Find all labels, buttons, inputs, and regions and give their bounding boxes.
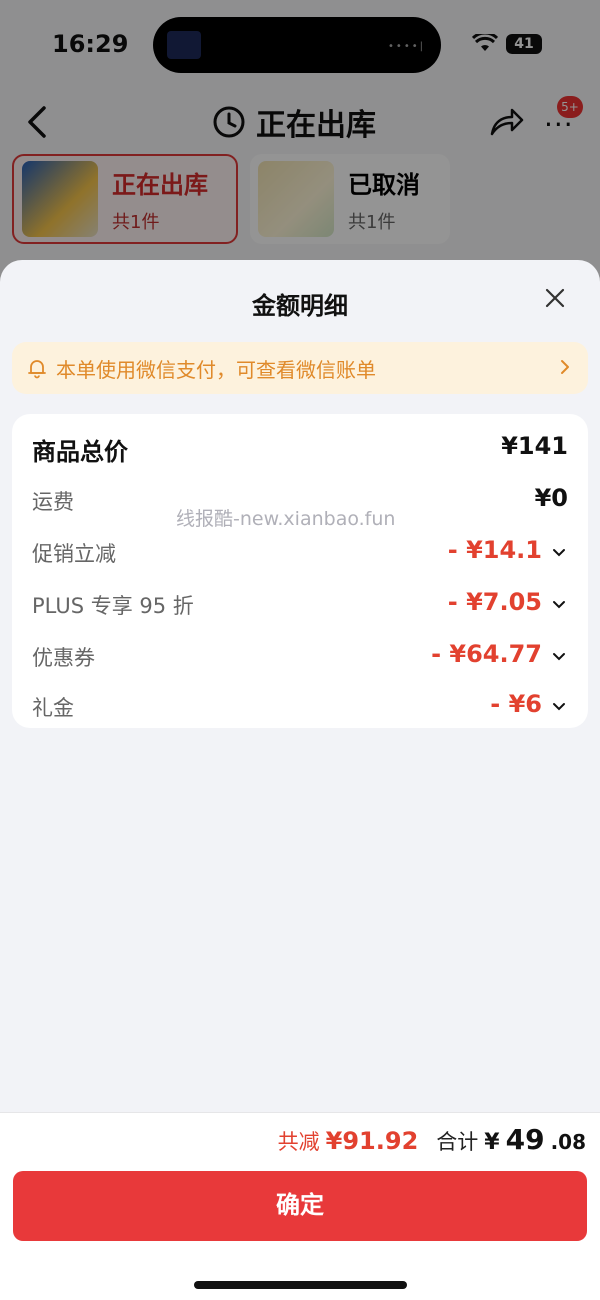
chevron-down-icon[interactable]: [552, 702, 566, 712]
row-value: - ¥6: [490, 690, 542, 718]
row-label: 优惠券: [32, 646, 95, 670]
row-label: PLUS 专享 95 折: [32, 594, 194, 618]
total-integer: 49: [505, 1123, 545, 1156]
bell-icon: [28, 360, 46, 379]
row-goods-total: 商品总价 ¥141: [12, 424, 588, 472]
total-decimal: .08: [550, 1130, 586, 1154]
total-label: 合计: [436, 1130, 479, 1154]
chevron-right-icon: [561, 360, 569, 374]
row-coupon[interactable]: 优惠券 - ¥64.77: [12, 632, 588, 680]
close-icon[interactable]: [543, 286, 567, 310]
discount-label: 共减: [277, 1130, 320, 1154]
row-gift-money[interactable]: 礼金 - ¥6: [12, 682, 588, 730]
totals-summary: 共减 ¥91.92 合计 ¥49.08: [278, 1123, 586, 1156]
row-plus-discount[interactable]: PLUS 专享 95 折 - ¥7.05: [12, 580, 588, 628]
price-detail-card: 商品总价 ¥141 运费 ¥0 促销立减 - ¥14.1 PLUS 专享 95 …: [12, 414, 588, 728]
row-label: 商品总价: [32, 438, 128, 466]
total-currency: ¥: [484, 1130, 500, 1155]
row-value: - ¥64.77: [431, 640, 542, 668]
row-value: - ¥14.1: [447, 536, 542, 564]
row-value: ¥0: [534, 484, 568, 512]
chevron-down-icon[interactable]: [552, 652, 566, 662]
confirm-button[interactable]: 确定: [13, 1171, 587, 1241]
chevron-down-icon[interactable]: [552, 548, 566, 558]
watermark-text: 线报酷-new.xianbao.fun: [176, 508, 396, 530]
notice-text: 本单使用微信支付，可查看微信账单: [56, 357, 376, 382]
chevron-down-icon[interactable]: [552, 600, 566, 610]
bottom-bar: 共减 ¥91.92 合计 ¥49.08 确定: [0, 1112, 600, 1300]
row-value: ¥141: [501, 432, 568, 460]
row-label: 促销立减: [32, 542, 116, 566]
row-label: 运费: [32, 490, 74, 514]
home-indicator: [194, 1281, 407, 1289]
sheet-title: 金额明细: [252, 292, 348, 320]
row-value: - ¥7.05: [447, 588, 542, 616]
discount-value: ¥91.92: [325, 1127, 419, 1155]
row-label: 礼金: [32, 696, 74, 720]
wechat-bill-notice[interactable]: 本单使用微信支付，可查看微信账单: [12, 342, 588, 394]
row-promotion[interactable]: 促销立减 - ¥14.1: [12, 528, 588, 576]
sheet-header: 金额明细: [0, 260, 600, 340]
